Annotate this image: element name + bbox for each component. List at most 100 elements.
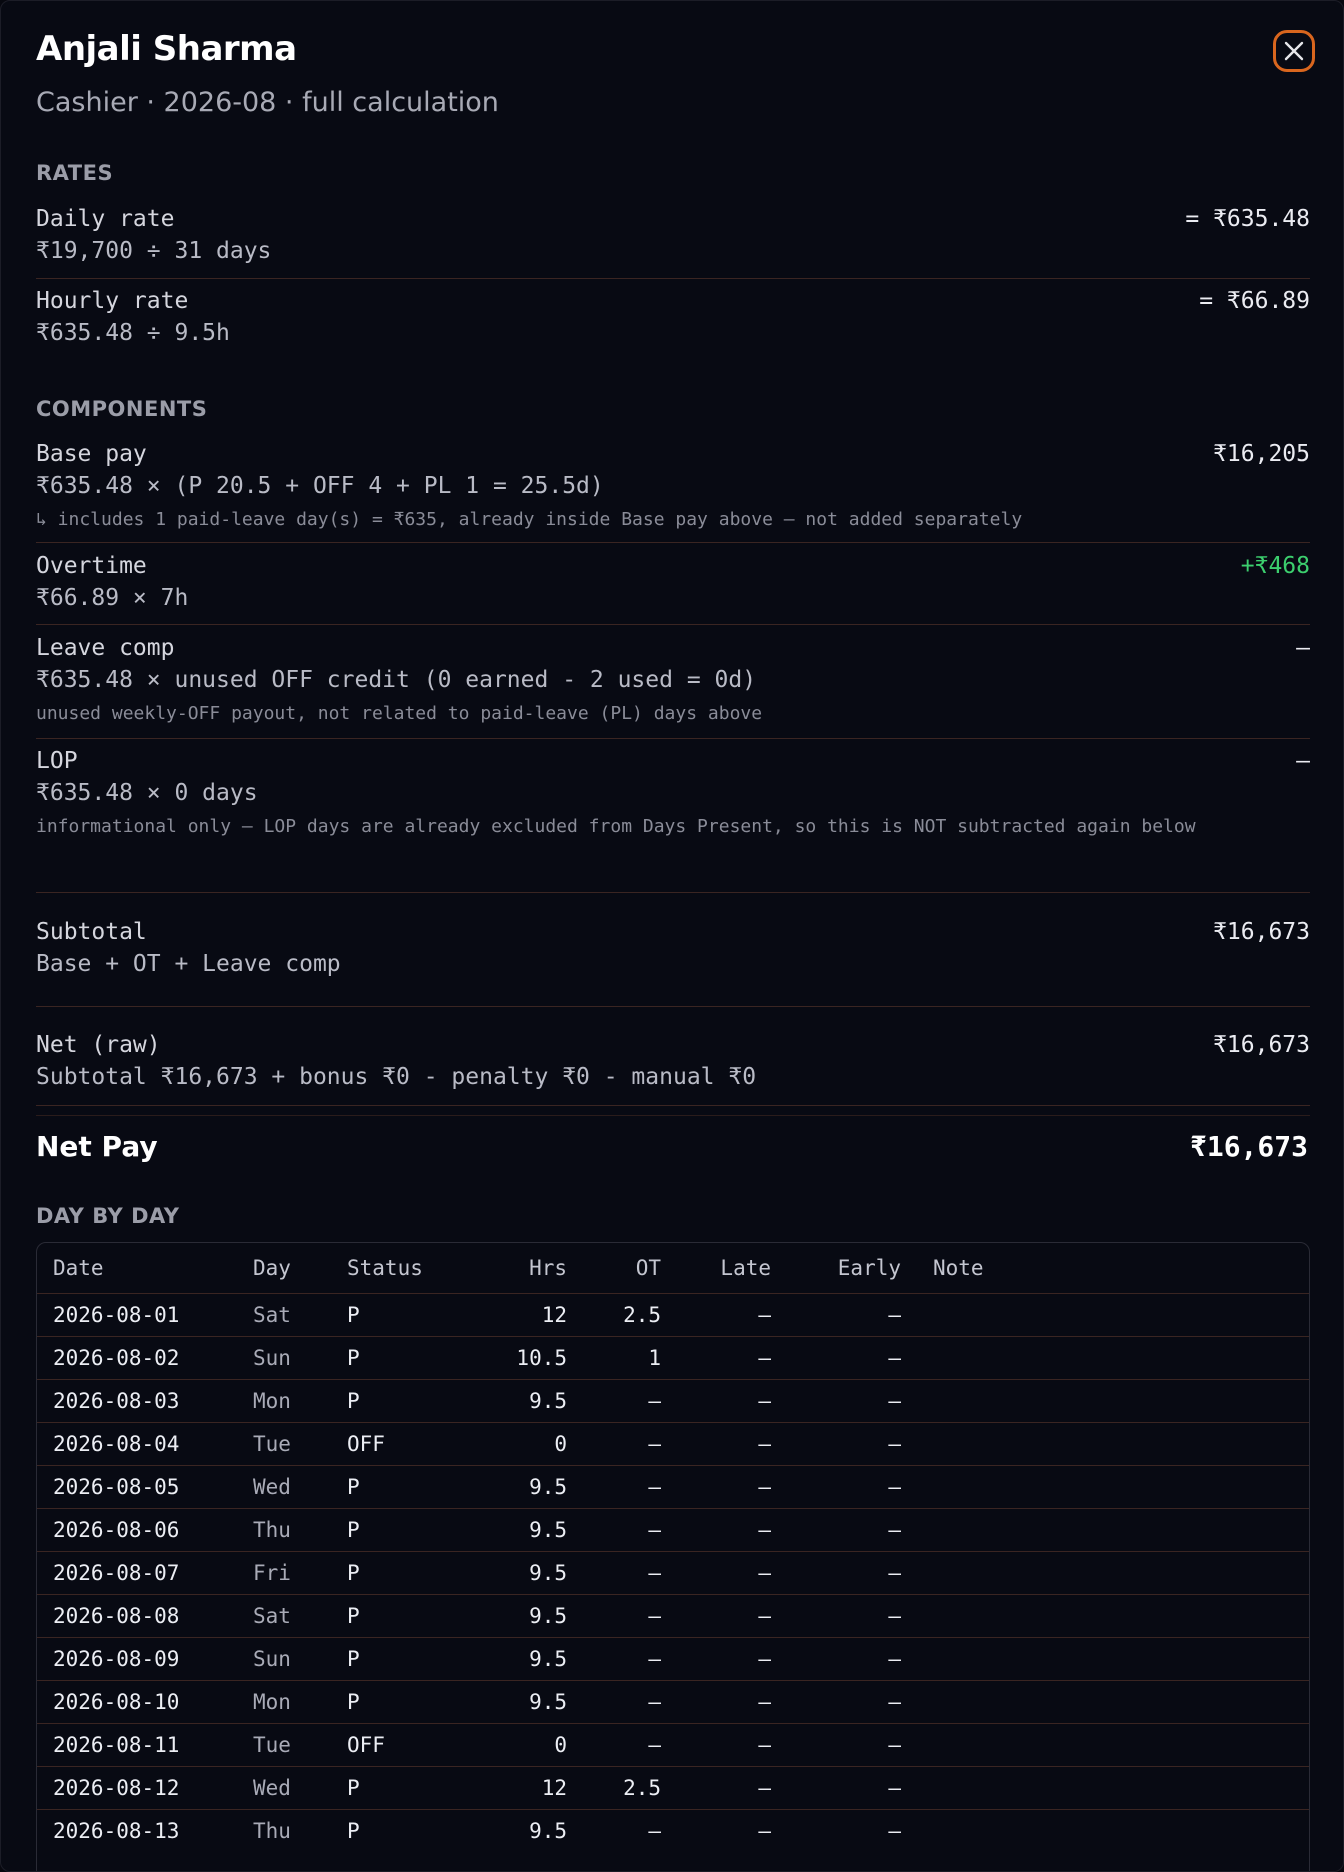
- modal-subtitle: Cashier · 2026-08 · full calculation: [36, 87, 499, 118]
- row-value: = ₹66.89: [1199, 288, 1310, 314]
- cell-early: —: [771, 1379, 901, 1423]
- row-label: Leave comp: [36, 635, 175, 661]
- column-header-status[interactable]: Status: [347, 1243, 457, 1294]
- cell-status: P: [347, 1809, 457, 1852]
- base-pay-row: Base pay ₹635.48 × (P 20.5 + OFF 4 + PL …: [36, 441, 1310, 541]
- column-header-day[interactable]: Day: [253, 1243, 347, 1294]
- table-row[interactable]: 2026-08-05 Wed P 9.5— — —: [37, 1465, 1309, 1509]
- cell-ot: 1: [567, 1336, 661, 1380]
- cell-day: Thu: [253, 1809, 347, 1852]
- close-button[interactable]: [1273, 30, 1315, 72]
- cell-ot: —: [567, 1723, 661, 1767]
- day-by-day-heading: DAY BY DAY: [36, 1204, 180, 1228]
- column-header-ot[interactable]: OT: [567, 1243, 661, 1294]
- table-row[interactable]: 2026-08-10 Mon P 9.5— — —: [37, 1680, 1309, 1724]
- cell-day: Mon: [253, 1379, 347, 1423]
- table-header-row: Date Day Status Hrs OT Late Early Note: [37, 1243, 1309, 1294]
- cell-note: [901, 1766, 1309, 1810]
- column-header-date[interactable]: Date: [37, 1243, 253, 1294]
- cell-status: P: [347, 1594, 457, 1638]
- row-value: —: [1296, 635, 1310, 661]
- row-value: —: [1296, 748, 1310, 774]
- cell-day: Fri: [253, 1551, 347, 1595]
- cell-hrs: 9.5: [457, 1637, 567, 1681]
- cell-hrs: 9.5: [457, 1465, 567, 1509]
- cell-ot: —: [567, 1637, 661, 1681]
- cell-late: —: [661, 1465, 771, 1509]
- cell-late: —: [661, 1379, 771, 1423]
- cell-day: Sun: [253, 1637, 347, 1681]
- table-row[interactable]: 2026-08-12 Wed P 12 2.5— —: [37, 1766, 1309, 1810]
- leave-comp-row: Leave comp ₹635.48 × unused OFF credit (…: [36, 635, 1310, 735]
- row-formula: Subtotal ₹16,673 + bonus ₹0 - penalty ₹0…: [36, 1064, 757, 1090]
- close-icon: [1284, 41, 1304, 61]
- cell-early: —: [771, 1637, 901, 1681]
- employee-name: Anjali Sharma: [36, 29, 297, 69]
- cell-late: —: [661, 1508, 771, 1552]
- subtotal-row: Subtotal Base + OT + Leave comp ₹16,673: [36, 919, 1310, 989]
- cell-day: Tue: [253, 1422, 347, 1466]
- cell-date: 2026-08-03: [37, 1379, 253, 1423]
- net-pay-value: ₹16,673: [1189, 1130, 1308, 1163]
- table-row[interactable]: 2026-08-06 Thu P 9.5— — —: [37, 1508, 1309, 1552]
- divider: [36, 542, 1310, 543]
- lop-row: LOP ₹635.48 × 0 days informational only …: [36, 748, 1310, 868]
- cell-note: [901, 1293, 1309, 1337]
- table-row[interactable]: 2026-08-07 Fri P 9.5— — —: [37, 1551, 1309, 1595]
- payroll-detail-modal: Anjali Sharma Cashier · 2026-08 · full c…: [0, 0, 1344, 1872]
- cell-date: 2026-08-02: [37, 1336, 253, 1380]
- row-value: +₹468: [1240, 553, 1310, 579]
- cell-date: 2026-08-09: [37, 1637, 253, 1681]
- table-row[interactable]: 2026-08-08 Sat P 9.5— — —: [37, 1594, 1309, 1638]
- cell-early: —: [771, 1422, 901, 1466]
- cell-late: —: [661, 1809, 771, 1852]
- column-header-early[interactable]: Early: [771, 1243, 901, 1294]
- cell-day: Mon: [253, 1680, 347, 1724]
- cell-note: [901, 1508, 1309, 1552]
- table-row[interactable]: 2026-08-01 Sat P 12 2.5— —: [37, 1293, 1309, 1337]
- column-header-late[interactable]: Late: [661, 1243, 771, 1294]
- cell-ot: —: [567, 1508, 661, 1552]
- cell-hrs: 12: [457, 1766, 567, 1810]
- row-note: ↳ includes 1 paid-leave day(s) = ₹635, a…: [36, 509, 1023, 530]
- cell-hrs: 0: [457, 1723, 567, 1767]
- table-row[interactable]: 2026-08-09 Sun P 9.5— — —: [37, 1637, 1309, 1681]
- table-row[interactable]: 2026-08-02 Sun P 10.5 1— —: [37, 1336, 1309, 1380]
- divider: [36, 624, 1310, 625]
- row-label: LOP: [36, 748, 78, 774]
- cell-status: P: [347, 1508, 457, 1552]
- cell-status: P: [347, 1465, 457, 1509]
- row-formula: ₹19,700 ÷ 31 days: [36, 238, 272, 264]
- cell-late: —: [661, 1637, 771, 1681]
- divider: [36, 738, 1310, 739]
- table-row[interactable]: 2026-08-04 Tue OFF 0— — —: [37, 1422, 1309, 1466]
- cell-hrs: 9.5: [457, 1508, 567, 1552]
- cell-date: 2026-08-10: [37, 1680, 253, 1724]
- cell-status: P: [347, 1379, 457, 1423]
- table-row[interactable]: 2026-08-03 Mon P 9.5— — —: [37, 1379, 1309, 1423]
- hourly-rate-row: Hourly rate ₹635.48 ÷ 9.5h = ₹66.89: [36, 288, 1310, 358]
- cell-early: —: [771, 1293, 901, 1337]
- table-row[interactable]: 2026-08-11 Tue OFF 0— — —: [37, 1723, 1309, 1767]
- column-header-note[interactable]: Note: [901, 1243, 1309, 1294]
- cell-date: 2026-08-08: [37, 1594, 253, 1638]
- cell-late: —: [661, 1766, 771, 1810]
- row-label: Daily rate: [36, 206, 175, 232]
- cell-note: [901, 1379, 1309, 1423]
- cell-early: —: [771, 1594, 901, 1638]
- cell-late: —: [661, 1594, 771, 1638]
- table-row[interactable]: 2026-08-13 Thu P 9.5— — —: [37, 1809, 1309, 1852]
- cell-note: [901, 1465, 1309, 1509]
- cell-early: —: [771, 1508, 901, 1552]
- row-note: unused weekly-OFF payout, not related to…: [36, 703, 763, 724]
- cell-early: —: [771, 1336, 901, 1380]
- cell-status: OFF: [347, 1422, 457, 1466]
- column-header-hrs[interactable]: Hrs: [457, 1243, 567, 1294]
- cell-note: [901, 1680, 1309, 1724]
- cell-early: —: [771, 1465, 901, 1509]
- cell-late: —: [661, 1723, 771, 1767]
- cell-early: —: [771, 1680, 901, 1724]
- cell-status: P: [347, 1551, 457, 1595]
- row-formula: ₹635.48 × unused OFF credit (0 earned - …: [36, 667, 757, 693]
- divider: [36, 1105, 1310, 1106]
